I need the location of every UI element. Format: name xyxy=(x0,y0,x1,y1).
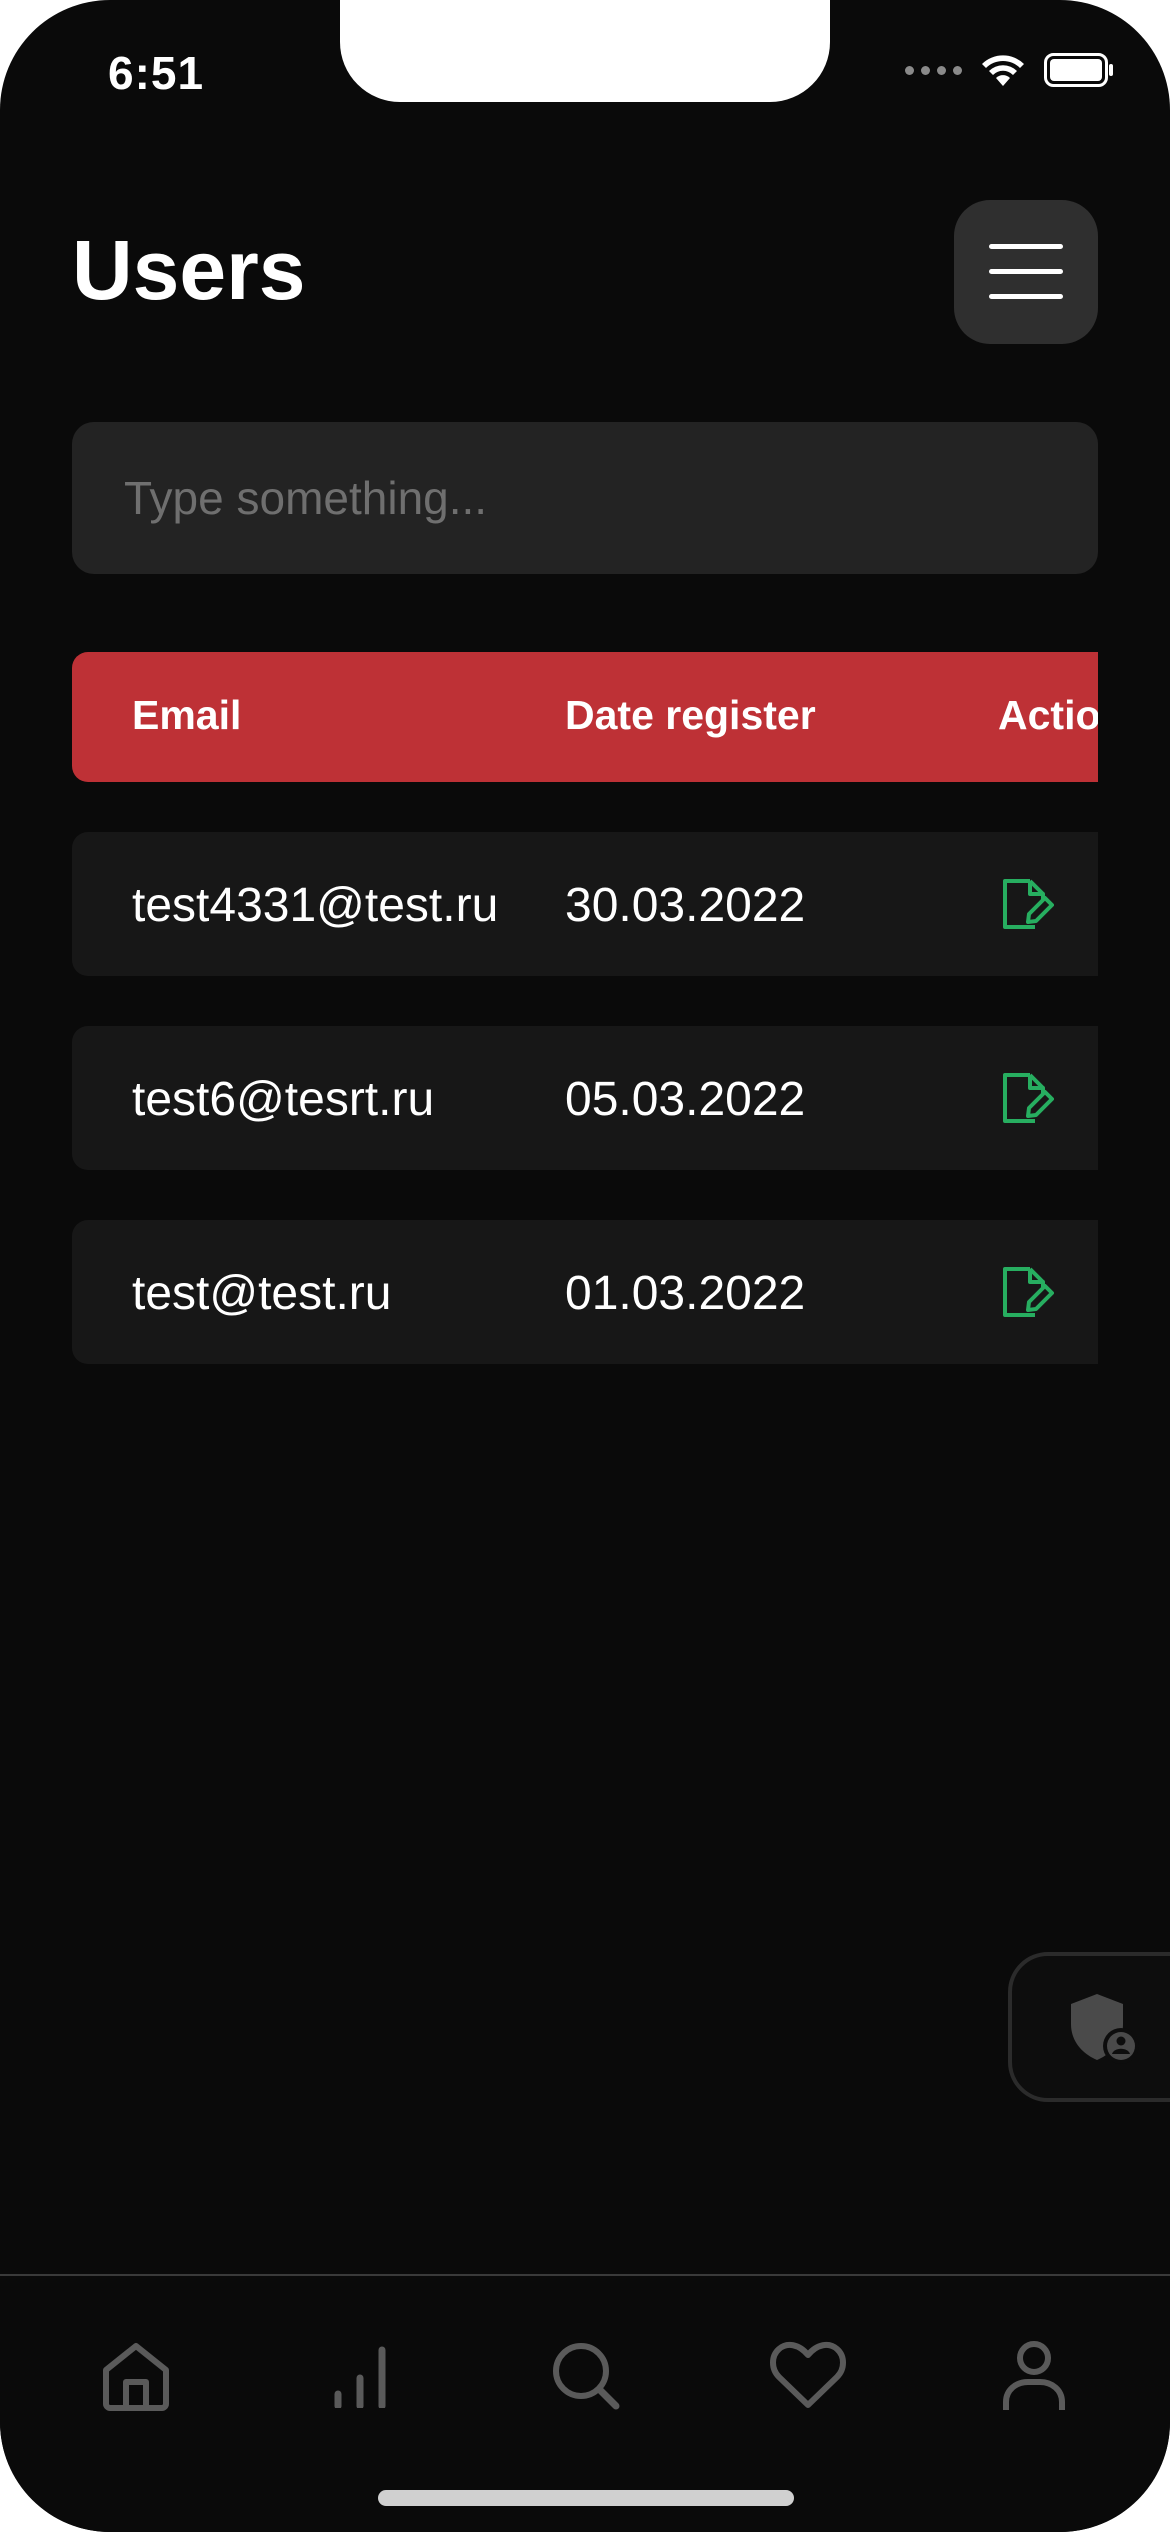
nav-search[interactable] xyxy=(546,2336,626,2416)
date-cell: 30.03.2022 xyxy=(565,879,806,932)
column-header-email[interactable]: Email xyxy=(132,692,241,739)
email-cell: test4331@test.ru xyxy=(132,879,499,932)
nav-favorites[interactable] xyxy=(768,2336,848,2416)
profile-icon xyxy=(1003,2341,1065,2410)
home-icon xyxy=(103,2343,169,2411)
email-cell: test6@tesrt.ru xyxy=(132,1073,435,1126)
column-header-actions[interactable]: Actions xyxy=(998,692,1098,739)
date-cell: 01.03.2022 xyxy=(565,1267,806,1320)
cellular-signal-icon xyxy=(905,65,962,75)
status-icons xyxy=(905,52,1114,88)
date-cell: 05.03.2022 xyxy=(565,1073,806,1126)
email-cell: test@test.ru xyxy=(132,1267,392,1320)
stats-icon xyxy=(334,2346,386,2408)
table-row: test@test.ru 01.03.2022 xyxy=(72,1220,1098,1364)
shield-user-icon xyxy=(1071,1994,1139,2064)
nav-stats[interactable] xyxy=(320,2336,400,2416)
users-table: Email Date register Actions test4331@tes… xyxy=(72,652,1098,1364)
table-row: test6@tesrt.ru 05.03.2022 xyxy=(72,1026,1098,1170)
admin-button[interactable] xyxy=(1008,1952,1170,2102)
table-header: Email Date register Actions xyxy=(72,652,1098,782)
edit-document-icon[interactable] xyxy=(1000,1072,1054,1124)
search-icon xyxy=(553,2343,620,2410)
table-row: test4331@test.ru 30.03.2022 xyxy=(72,832,1098,976)
search-field[interactable] xyxy=(72,422,1098,574)
hamburger-icon xyxy=(989,244,1063,299)
menu-button[interactable] xyxy=(954,200,1098,344)
nav-profile[interactable] xyxy=(994,2336,1074,2416)
home-indicator xyxy=(378,2490,794,2506)
nav-home[interactable] xyxy=(96,2336,176,2416)
column-header-date-register[interactable]: Date register xyxy=(565,692,816,739)
edit-document-icon[interactable] xyxy=(1000,878,1054,930)
battery-icon xyxy=(1044,53,1113,87)
edit-document-icon[interactable] xyxy=(1000,1266,1054,1318)
search-input[interactable] xyxy=(122,470,1048,526)
page-title: Users xyxy=(72,223,306,317)
wifi-icon xyxy=(982,55,1024,86)
phone-screen: 6:51 Users Email Date register xyxy=(0,0,1170,2532)
device-notch xyxy=(340,0,830,102)
heart-icon xyxy=(770,2341,846,2408)
status-time: 6:51 xyxy=(108,47,205,99)
